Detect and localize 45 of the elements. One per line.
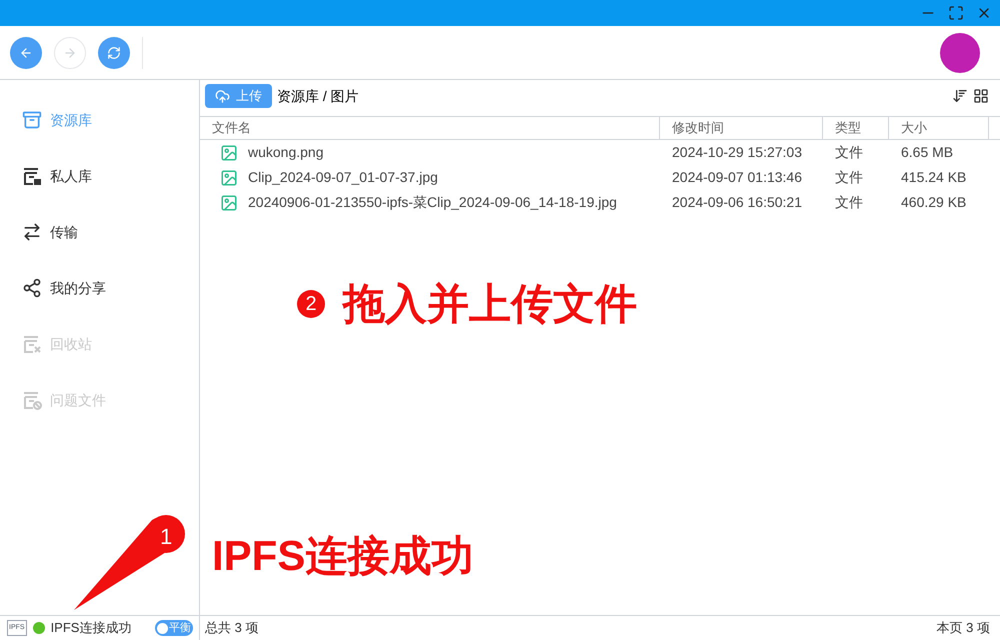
avatar[interactable] <box>940 32 980 72</box>
file-size: 415.24 KB <box>901 169 966 185</box>
sidebar-item[interactable]: 我的分享 <box>0 260 199 316</box>
file-type: 文件 <box>835 169 863 185</box>
modified-time: 2024-09-06 16:50:21 <box>672 194 802 210</box>
archive-icon <box>22 110 42 130</box>
archive-block-icon <box>22 390 42 410</box>
sidebar-item[interactable]: 私人库 <box>0 148 199 204</box>
annotation-text: IPFS连接成功 <box>212 531 474 581</box>
file-name[interactable]: wukong.png <box>248 142 324 163</box>
total-count: 总共 3 项 <box>204 619 258 638</box>
pointer-callout-icon <box>74 512 186 610</box>
image-file-icon <box>220 168 238 186</box>
image-file-icon <box>220 194 238 212</box>
cloud-upload-icon <box>215 88 230 104</box>
refresh-icon <box>107 46 121 60</box>
maximize-icon[interactable] <box>948 5 964 21</box>
sidebar-item[interactable]: 传输 <box>0 204 199 260</box>
column-header[interactable]: 大小 <box>901 118 927 138</box>
breadcrumb: 资源库 / 图片 <box>277 86 359 106</box>
step-number-badge: 2 <box>297 290 325 318</box>
file-size: 6.65 MB <box>901 144 954 160</box>
step-number: 1 <box>160 523 172 551</box>
file-name[interactable]: Clip_2024-09-07_01-07-37.jpg <box>248 167 438 188</box>
file-size: 460.29 KB <box>901 194 966 210</box>
column-header[interactable]: 类型 <box>835 118 861 138</box>
page-count: 本页 3 项 <box>936 619 991 638</box>
column-header[interactable]: 文件名 <box>212 118 251 138</box>
archive-lock-icon <box>22 166 42 186</box>
column-header[interactable]: 修改时间 <box>672 118 724 138</box>
modified-time: 2024-10-29 15:27:03 <box>672 144 802 160</box>
image-file-icon <box>220 144 238 162</box>
sort-icon[interactable] <box>952 88 968 104</box>
connection-status: IPFS连接成功 <box>50 619 132 638</box>
archive-x-icon <box>22 334 42 354</box>
transfer-icon <box>22 222 42 242</box>
share-icon <box>22 278 42 298</box>
refresh-button[interactable] <box>98 36 130 68</box>
annotation-text: 拖入并上传文件 <box>343 279 637 329</box>
grid-view-icon[interactable] <box>973 88 989 104</box>
file-type: 文件 <box>835 194 863 210</box>
file-type: 文件 <box>835 144 863 160</box>
file-name[interactable]: 20240906-01-213550-ipfs-菜Clip_2024-09-06_14-18-19.jpg <box>248 192 617 213</box>
back-button[interactable] <box>10 36 42 68</box>
modified-time: 2024-09-07 01:13:46 <box>672 169 802 185</box>
